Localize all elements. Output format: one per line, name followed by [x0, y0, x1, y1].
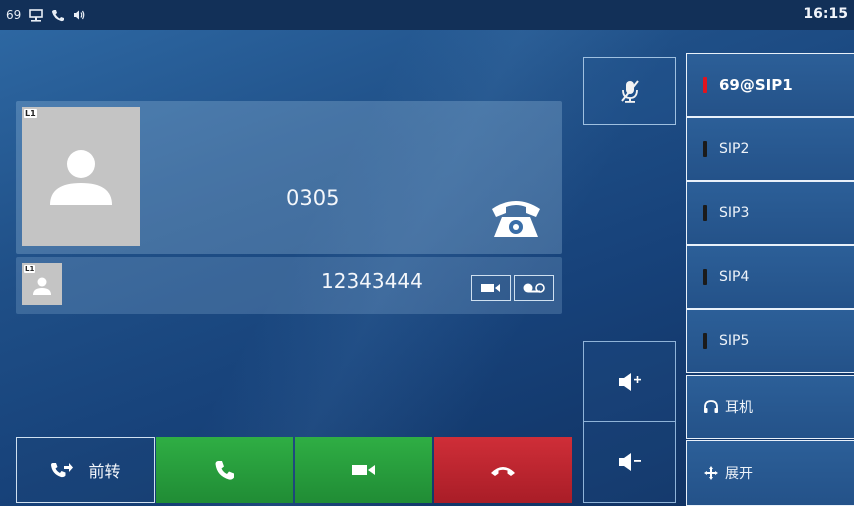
headset-key[interactable]: 耳机	[686, 375, 854, 439]
account-label-5: SIP5	[719, 333, 750, 349]
forward-label: 前转	[88, 462, 121, 481]
volume-down-button[interactable]	[584, 422, 675, 502]
volume-up-button[interactable]	[584, 342, 675, 422]
forward-button[interactable]: 前转	[16, 437, 155, 503]
volume-up-icon	[618, 372, 641, 391]
account-key-5[interactable]: SIP5	[686, 309, 854, 373]
volume-down-icon	[618, 453, 641, 471]
account-label-3: SIP3	[719, 205, 750, 221]
voicemail-mini-button[interactable]	[514, 275, 554, 301]
voicemail-icon	[523, 283, 545, 293]
volume-icon	[73, 9, 85, 21]
expand-icon	[704, 466, 718, 480]
video-icon	[481, 284, 500, 292]
hangup-icon	[491, 467, 515, 476]
video-camera-icon	[351, 465, 375, 475]
ringing-phone-icon	[488, 195, 544, 245]
account-key-3[interactable]: SIP3	[686, 181, 854, 245]
handset-icon	[215, 461, 234, 480]
volume-control	[583, 341, 676, 503]
account-label-2: SIP2	[719, 141, 750, 157]
reject-button[interactable]	[434, 437, 572, 503]
mute-button[interactable]	[583, 57, 676, 125]
held-number: 12343444	[321, 269, 423, 293]
person-small-icon	[33, 277, 51, 295]
held-call-row[interactable]: L1 12343444	[16, 257, 562, 314]
video-call-mini-button[interactable]	[471, 275, 511, 301]
headset-icon	[704, 400, 718, 413]
phone-screen: 69 16:15 L1 0305 L1 12343444 69@SIP1 SIP…	[0, 0, 854, 506]
expand-key[interactable]: 展开	[686, 440, 854, 506]
phone-icon	[51, 9, 65, 22]
account-key-4[interactable]: SIP4	[686, 245, 854, 309]
answer-button[interactable]	[156, 437, 293, 503]
remote-number: 0305	[286, 186, 340, 210]
status-bar: 69 16:15	[0, 0, 854, 30]
forward-icon	[51, 463, 74, 478]
line-badge-small: L1	[24, 265, 36, 273]
line-badge: L1	[24, 109, 37, 118]
headset-label: 耳机	[725, 400, 753, 416]
expand-label: 展开	[725, 466, 753, 482]
video-answer-button[interactable]	[295, 437, 432, 503]
status-indicator-red	[703, 77, 707, 93]
account-key-2[interactable]: SIP2	[686, 117, 854, 181]
account-label-4: SIP4	[719, 269, 750, 285]
status-indicator	[703, 269, 707, 285]
contact-avatar: L1	[22, 107, 140, 246]
status-left: 69	[6, 8, 85, 22]
account-label-1: 69@SIP1	[719, 76, 793, 94]
clock: 16:15	[803, 6, 848, 22]
mute-mic-icon	[620, 80, 639, 103]
active-call-panel[interactable]: L1 0305	[16, 101, 562, 254]
extension-number: 69	[6, 8, 22, 22]
account-key-1[interactable]: 69@SIP1	[686, 53, 854, 117]
network-icon	[29, 8, 44, 22]
status-indicator	[703, 141, 707, 157]
contact-avatar-small: L1	[22, 263, 62, 305]
status-indicator	[703, 333, 707, 349]
status-indicator	[703, 205, 707, 221]
person-icon	[50, 150, 112, 205]
